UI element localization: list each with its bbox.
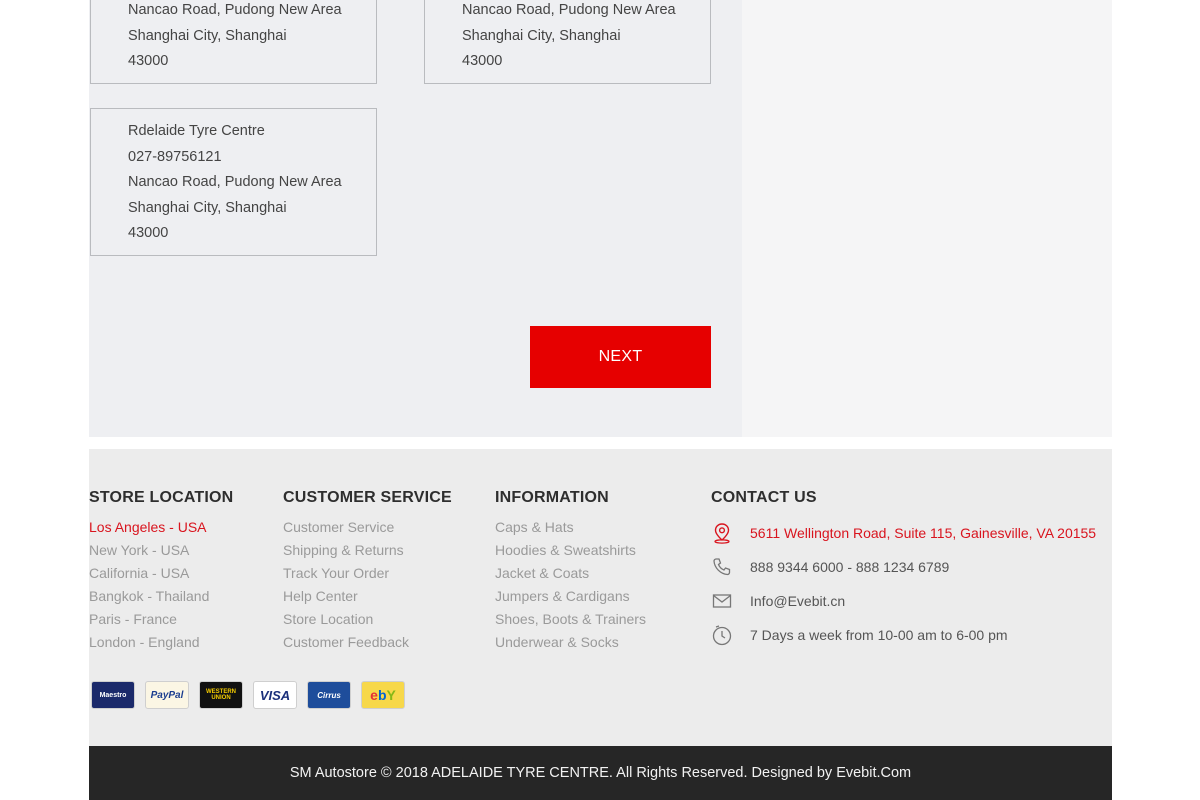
contact-address-text: 5611 Wellington Road, Suite 115, Gainesv… <box>750 525 1097 541</box>
footer-link[interactable]: Caps & Hats <box>495 516 646 539</box>
footer: STORE LOCATION Los Angeles - USA New Yor… <box>89 449 1112 746</box>
footer-store-location: STORE LOCATION Los Angeles - USA New Yor… <box>89 489 233 654</box>
contact-phone-text: 888 9344 6000 - 888 1234 6789 <box>750 559 950 575</box>
footer-link[interactable]: Help Center <box>283 585 452 608</box>
store-card[interactable]: Nancao Road, Pudong New Area Shanghai Ci… <box>424 0 711 84</box>
next-button[interactable]: NEXT <box>530 326 711 388</box>
footer-customer-service: CUSTOMER SERVICE Customer Service Shippi… <box>283 489 452 654</box>
footer-link[interactable]: Store Location <box>283 608 452 631</box>
contact-address: 5611 Wellington Road, Suite 115, Gainesv… <box>711 516 1112 550</box>
store-zip: 43000 <box>128 225 169 241</box>
copyright-text: SM Autostore © 2018 ADELAIDE TYRE CENTRE… <box>289 765 912 781</box>
store-card[interactable]: Rdelaide Tyre Centre 027-89756121 Nancao… <box>90 108 377 256</box>
footer-link[interactable]: Shoes, Boots & Trainers <box>495 608 646 631</box>
footer-link[interactable]: Underwear & Socks <box>495 631 646 654</box>
copyright-bar: SM Autostore © 2018 ADELAIDE TYRE CENTRE… <box>89 746 1112 800</box>
footer-link[interactable]: California - USA <box>89 562 233 585</box>
footer-link[interactable]: New York - USA <box>89 539 233 562</box>
footer-link[interactable]: Jacket & Coats <box>495 562 646 585</box>
contact-hours: 7 Days a week from 10-00 am to 6-00 pm <box>711 618 1112 652</box>
side-panel <box>742 0 1112 437</box>
contact-hours-text: 7 Days a week from 10-00 am to 6-00 pm <box>750 627 1008 643</box>
contact-email: Info@Evebit.cn <box>711 584 1112 618</box>
store-city: Shanghai City, Shanghai <box>128 199 287 216</box>
store-street: Nancao Road, Pudong New Area <box>462 2 676 18</box>
footer-link[interactable]: Customer Service <box>283 516 452 539</box>
store-street: Nancao Road, Pudong New Area <box>128 2 342 18</box>
footer-information: INFORMATION Caps & Hats Hoodies & Sweats… <box>495 489 646 654</box>
store-city: Shanghai City, Shanghai <box>462 27 621 44</box>
footer-link[interactable]: Bangkok - Thailand <box>89 585 233 608</box>
footer-link[interactable]: London - England <box>89 631 233 654</box>
western-union-logo: WESTERN UNION <box>199 681 243 709</box>
contact-phone: 888 9344 6000 - 888 1234 6789 <box>711 550 1112 584</box>
envelope-icon <box>711 590 733 612</box>
cirrus-logo: Cirrus <box>307 681 351 709</box>
footer-contact: CONTACT US 5611 Wellington Road, Suite 1… <box>711 489 1112 652</box>
store-phone: 027-89756121 <box>128 148 222 165</box>
store-zip: 43000 <box>462 53 503 69</box>
footer-link[interactable]: Track Your Order <box>283 562 452 585</box>
footer-link[interactable]: Jumpers & Cardigans <box>495 585 646 608</box>
paypal-logo: PayPal <box>145 681 189 709</box>
location-pin-icon <box>711 522 733 544</box>
store-name: Rdelaide Tyre Centre <box>128 123 265 139</box>
western-union-text: UNION <box>211 695 231 701</box>
page: Nancao Road, Pudong New Area Shanghai Ci… <box>0 0 1200 800</box>
footer-link[interactable]: Paris - France <box>89 608 233 631</box>
footer-heading: INFORMATION <box>495 489 609 506</box>
footer-link[interactable]: Los Angeles - USA <box>89 516 233 539</box>
ebay-letter: e <box>370 687 378 703</box>
ebay-letter: Y <box>386 687 396 703</box>
footer-heading: STORE LOCATION <box>89 489 234 506</box>
footer-link[interactable]: Hoodies & Sweatshirts <box>495 539 646 562</box>
store-street: Nancao Road, Pudong New Area <box>128 174 342 190</box>
footer-heading: CUSTOMER SERVICE <box>283 489 452 506</box>
phone-icon <box>711 556 733 578</box>
footer-heading: CONTACT US <box>711 489 817 506</box>
store-city: Shanghai City, Shanghai <box>128 27 287 44</box>
ebay-logo: ebY <box>361 681 405 709</box>
visa-logo: VISA <box>253 681 297 709</box>
maestro-logo: Maestro <box>91 681 135 709</box>
store-card[interactable]: Nancao Road, Pudong New Area Shanghai Ci… <box>90 0 377 84</box>
footer-link[interactable]: Customer Feedback <box>283 631 452 654</box>
payment-methods: Maestro PayPal WESTERN UNION VISA Cirrus… <box>91 681 405 709</box>
store-zip: 43000 <box>128 53 169 69</box>
clock-icon <box>711 624 733 646</box>
ebay-letter: b <box>377 687 387 703</box>
footer-link[interactable]: Shipping & Returns <box>283 539 452 562</box>
contact-email-text[interactable]: Info@Evebit.cn <box>750 593 845 609</box>
